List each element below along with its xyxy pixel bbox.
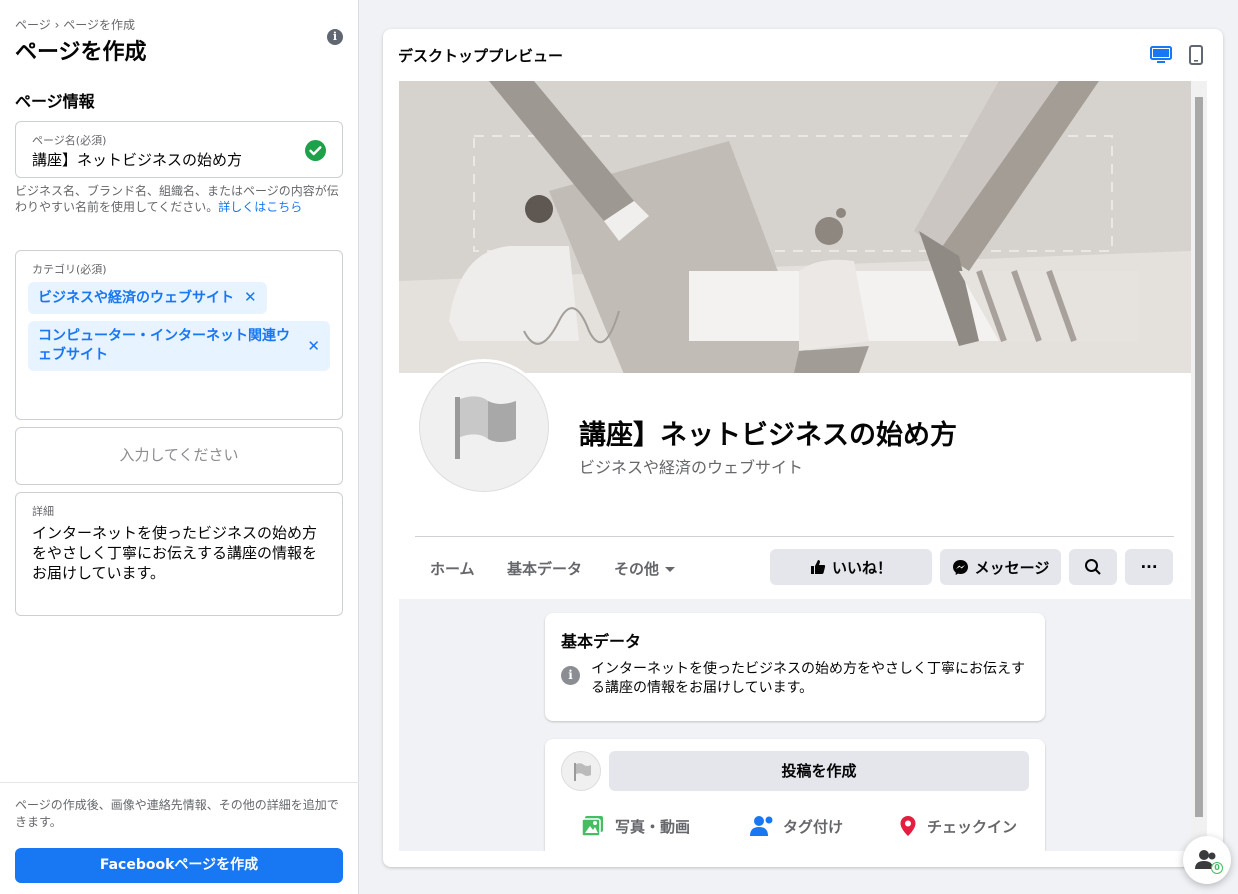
details-field[interactable]: 詳細 インターネットを使ったビジネスの始め方をやさしく丁寧にお伝えする講座の情報… [15,492,343,616]
create-post-button[interactable]: 投稿を作成 [609,751,1029,791]
page-name-value: 講座】ネットビジネスの始め方 [32,151,243,169]
profile-picture [416,359,552,495]
page-name-field[interactable]: ページ名(必須) 講座】ネットビジネスの始め方 [15,121,343,178]
like-label: いいね！ [831,558,892,577]
tab-about[interactable]: 基本データ [507,558,582,579]
more-options-button[interactable]: ··· [1125,549,1173,585]
location-pin-icon [900,816,916,836]
category-label: カテゴリ(必須) [32,263,107,276]
remove-chip-icon[interactable]: ✕ [244,288,257,306]
chevron-down-icon [665,567,676,572]
like-button[interactable]: いいね！ [770,549,932,585]
photo-icon [581,816,603,837]
chip-label: コンピューター・インターネット関連ウェブサイト [38,328,290,363]
thumbs-up-icon [810,560,826,574]
remove-chip-icon[interactable]: ✕ [307,337,320,356]
search-button[interactable] [1069,549,1117,585]
tab-home[interactable]: ホーム [430,558,475,579]
flag-icon [455,396,516,459]
checkin-label: チェックイン [927,817,1018,836]
learn-more-link[interactable]: 詳しくはこちら [218,200,302,214]
breadcrumb: ページ › ページを作成 [15,18,135,32]
mobile-icon[interactable] [1189,45,1203,69]
category-chip[interactable]: ビジネスや経済のウェブサイト ✕ [28,282,267,314]
tab-more[interactable]: その他 [614,558,676,579]
avatar [561,751,601,791]
tag-people-button[interactable]: タグ付け [749,815,843,837]
tag-label: タグ付け [783,817,844,836]
input-placeholder: 入力してください [119,446,239,464]
about-card-title: 基本データ [561,632,642,651]
scrollbar[interactable] [1191,81,1207,851]
flag-icon [574,763,591,781]
more-icon: ··· [1140,558,1158,576]
create-page-button[interactable]: Facebookページを作成 [15,848,343,883]
bottom-note: ページの作成後、画像や連絡先情報、その他の詳細を追加できます。 [15,798,339,829]
photo-video-label: 写真・動画 [615,817,691,836]
preview-page-category: ビジネスや経済のウェブサイト [579,458,804,477]
category-field[interactable]: カテゴリ(必須) ビジネスや経済のウェブサイト ✕ コンピューター・インターネット… [15,250,343,420]
info-icon[interactable]: i [327,29,343,45]
divider [0,782,359,783]
details-value: インターネットを使ったビジネスの始め方をやさしく丁寧にお伝えする講座の情報をお届… [32,524,318,582]
composer-card: 投稿を作成 写真・動画 タグ付け チェックイン [545,739,1045,851]
messenger-icon [952,559,968,575]
cover-photo [399,81,1191,373]
photo-video-button[interactable]: 写真・動画 [581,815,690,837]
about-card: 基本データ i インターネットを使ったビジネスの始め方をやさしく丁寧にお伝えする… [545,613,1045,721]
chip-label: ビジネスや経済のウェブサイト [38,290,234,306]
message-button[interactable]: メッセージ [940,549,1061,585]
page-name-help: ビジネス名、ブランド名、組織名、またはページの内容が伝わりやすい名前を使用してく… [15,183,345,215]
category-search-input[interactable]: 入力してください [15,427,343,485]
preview-page-name: 講座】ネットビジネスの始め方 [579,420,957,451]
details-label: 詳細 [32,505,54,518]
tag-people-icon [750,816,773,836]
people-icon [1195,850,1216,869]
search-icon [1085,559,1101,575]
desktop-icon[interactable] [1150,45,1172,69]
preview-title: デスクトッププレビュー [398,47,564,65]
online-count-badge: 0 [1211,862,1223,874]
message-label: メッセージ [974,558,1050,577]
create-page-panel: ページ › ページを作成 ページを作成 i ページ情報 ページ名(必須) 講座】… [0,0,359,894]
about-card-text: インターネットを使ったビジネスの始め方をやさしく丁寧にお伝えする講座の情報をお届… [591,661,1025,696]
section-title: ページ情報 [15,92,95,111]
check-in-button[interactable]: チェックイン [899,815,1017,837]
category-chip[interactable]: コンピューター・インターネット関連ウェブサイト ✕ [28,321,330,371]
scrollbar-thumb[interactable] [1195,97,1203,817]
preview-viewport: 講座】ネットビジネスの始め方 ビジネスや経済のウェブサイト ホーム 基本データ … [399,81,1207,851]
info-icon: i [561,666,580,685]
divider [415,536,1174,537]
tab-more-label: その他 [614,560,660,578]
check-icon [305,140,326,161]
page-title: ページを作成 [15,40,147,65]
page-name-label: ページ名(必須) [32,134,107,147]
desktop-preview: デスクトッププレビュー 講座】ネットビジネスの始め方 ビジネスや経済のウェブサイ… [383,29,1223,867]
contacts-button[interactable]: 0 [1183,836,1231,884]
